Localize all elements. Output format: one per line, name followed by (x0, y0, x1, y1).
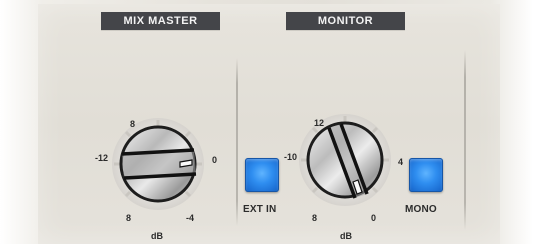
monitor-title: MONITOR (286, 12, 405, 30)
monitor-scale-top: 12 (314, 118, 325, 128)
monitor-knob[interactable] (297, 112, 393, 208)
mono-button[interactable] (409, 158, 443, 192)
mix-master-knob-graphic (112, 118, 204, 210)
monitor-scale-bottom-right: 0 (371, 213, 377, 223)
monitor-unit-label: dB (340, 231, 352, 241)
mix-master-knob[interactable] (110, 116, 206, 212)
monitor-scale-bottom-left: 8 (312, 213, 318, 223)
monitor-scale-right: 4 (398, 157, 404, 167)
ext-in-label: EXT IN (243, 204, 277, 215)
mix-master-scale-right: 0 (212, 155, 218, 165)
mix-master-title: MIX MASTER (101, 12, 220, 30)
mix-master-scale-bottom-left: 8 (126, 213, 132, 223)
mix-master-scale-bottom-right: -4 (186, 213, 195, 223)
mixer-panel-screen: MIX MASTER MONITOR 8 -12 0 8 -4 dB 12 -1… (0, 0, 533, 244)
section-divider-left (236, 58, 238, 226)
section-divider-right (464, 50, 466, 230)
monitor-scale-left: -10 (284, 152, 298, 162)
mix-master-scale-left: -12 (95, 153, 109, 163)
mix-master-scale-top: 8 (130, 119, 136, 129)
mix-master-unit-label: dB (151, 231, 163, 241)
monitor-knob-graphic (299, 114, 391, 206)
mono-label: MONO (405, 204, 437, 215)
ext-in-button[interactable] (245, 158, 279, 192)
